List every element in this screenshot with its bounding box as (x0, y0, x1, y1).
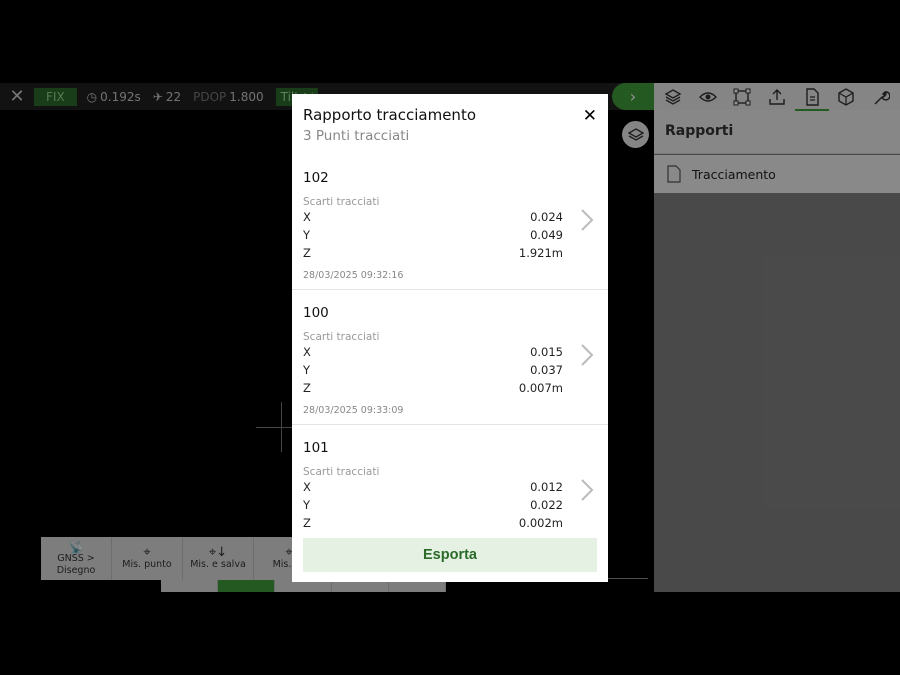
dialog-title: Rapporto tracciamento (303, 106, 476, 124)
deviation-label: Scarti tracciati (303, 466, 380, 478)
export-button[interactable]: Esporta (303, 538, 597, 572)
y-row: Y 0.022 (303, 498, 563, 512)
report-record[interactable]: 102 Scarti tracciati X 0.024 Y 0.049 Z 1.92… (292, 156, 608, 290)
x-row: X 0.015 (303, 345, 563, 359)
chevron-right-icon (581, 344, 594, 366)
z-label: Z (303, 516, 311, 530)
chevron-right-icon (581, 209, 594, 231)
z-row: Z 0.007m (303, 381, 563, 395)
tracking-report-dialog: Rapporto tracciamento 3 Punti tracciati … (292, 94, 608, 582)
z-label: Z (303, 246, 311, 260)
z-value: 0.002m (518, 516, 563, 530)
x-value: 0.024 (530, 210, 563, 224)
z-value: 1.921m (518, 246, 563, 260)
z-label: Z (303, 381, 311, 395)
y-row: Y 0.037 (303, 363, 563, 377)
z-row: Z 0.002m (303, 516, 563, 530)
point-name: 100 (303, 305, 329, 321)
deviation-label: Scarti tracciati (303, 331, 380, 343)
point-name: 102 (303, 170, 329, 186)
x-row: X 0.024 (303, 210, 563, 224)
y-label: Y (303, 228, 311, 242)
y-value: 0.022 (530, 498, 563, 512)
y-value: 0.049 (530, 228, 563, 242)
report-record[interactable]: 100 Scarti tracciati X 0.015 Y 0.037 Z 0.00… (292, 291, 608, 425)
z-value: 0.007m (518, 381, 563, 395)
dialog-subtitle: 3 Punti tracciati (303, 128, 410, 144)
x-value: 0.012 (530, 480, 563, 494)
x-value: 0.015 (530, 345, 563, 359)
x-row: X 0.012 (303, 480, 563, 494)
y-label: Y (303, 498, 311, 512)
z-row: Z 1.921m (303, 246, 563, 260)
y-row: Y 0.049 (303, 228, 563, 242)
chevron-right-icon (581, 479, 594, 501)
deviation-label: Scarti tracciati (303, 196, 380, 208)
close-icon[interactable]: ✕ (583, 106, 597, 126)
record-timestamp: 28/03/2025 09:32:16 (303, 270, 404, 281)
y-label: Y (303, 363, 311, 377)
x-label: X (303, 210, 311, 224)
point-name: 101 (303, 440, 329, 456)
y-value: 0.037 (530, 363, 563, 377)
x-label: X (303, 480, 311, 494)
x-label: X (303, 345, 311, 359)
record-timestamp: 28/03/2025 09:33:09 (303, 405, 404, 416)
